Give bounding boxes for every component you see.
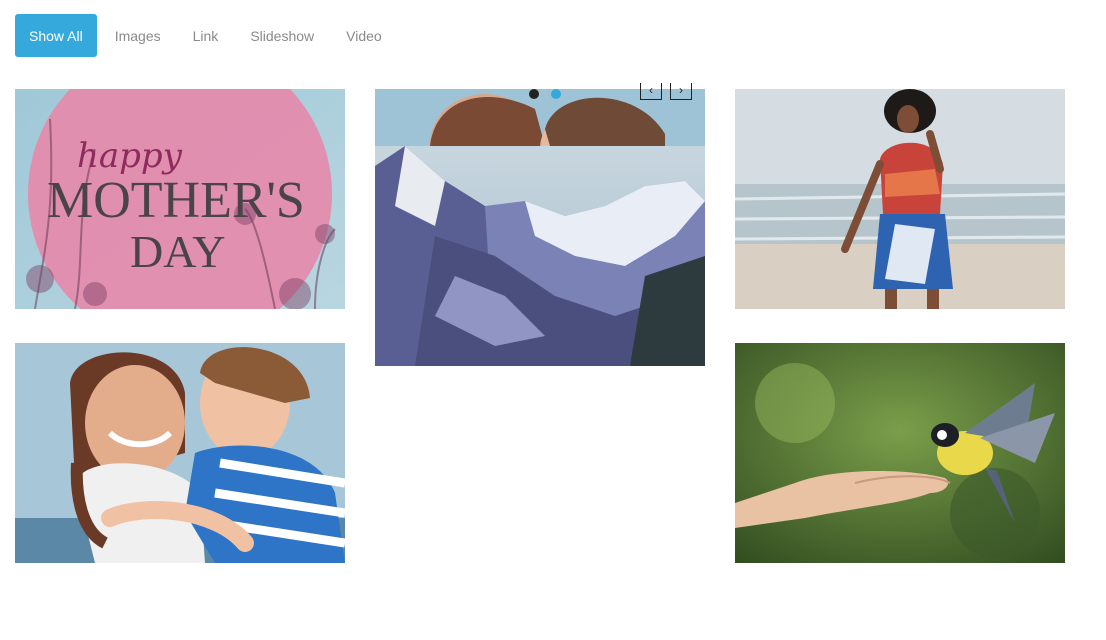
slideshow-carousel[interactable]	[375, 89, 705, 366]
bird-image	[735, 343, 1065, 563]
slideshow-next-button[interactable]: ›	[670, 83, 692, 100]
mothers-day-line1: happy	[77, 136, 183, 176]
filter-link-button[interactable]: Link	[179, 14, 233, 57]
filter-bar: Show All Images Link Slideshow Video	[15, 14, 400, 57]
filter-images-button[interactable]: Images	[101, 14, 175, 57]
gallery-item-mother-son[interactable]	[15, 343, 345, 563]
slideshow-dot-1[interactable]	[529, 89, 539, 99]
slide-mountains	[375, 146, 705, 366]
slideshow-dot-2[interactable]	[551, 89, 561, 99]
beach-image	[735, 89, 1065, 309]
slideshow-dots	[529, 89, 561, 99]
slideshow-prev-button[interactable]: ‹	[640, 83, 662, 100]
mother-son-image	[15, 343, 345, 563]
gallery-item-mothers-day[interactable]: happy MOTHER'S DAY	[15, 89, 345, 309]
filter-video-button[interactable]: Video	[332, 14, 396, 57]
gallery-item-beach[interactable]	[735, 89, 1065, 309]
filter-show-all-button[interactable]: Show All	[15, 14, 97, 57]
mothers-day-line3: DAY	[130, 226, 225, 277]
gallery-item-bird[interactable]	[735, 343, 1065, 563]
mothers-day-image: happy MOTHER'S DAY	[15, 89, 345, 309]
mothers-day-line2: MOTHER'S	[47, 172, 305, 229]
filter-slideshow-button[interactable]: Slideshow	[236, 14, 328, 57]
